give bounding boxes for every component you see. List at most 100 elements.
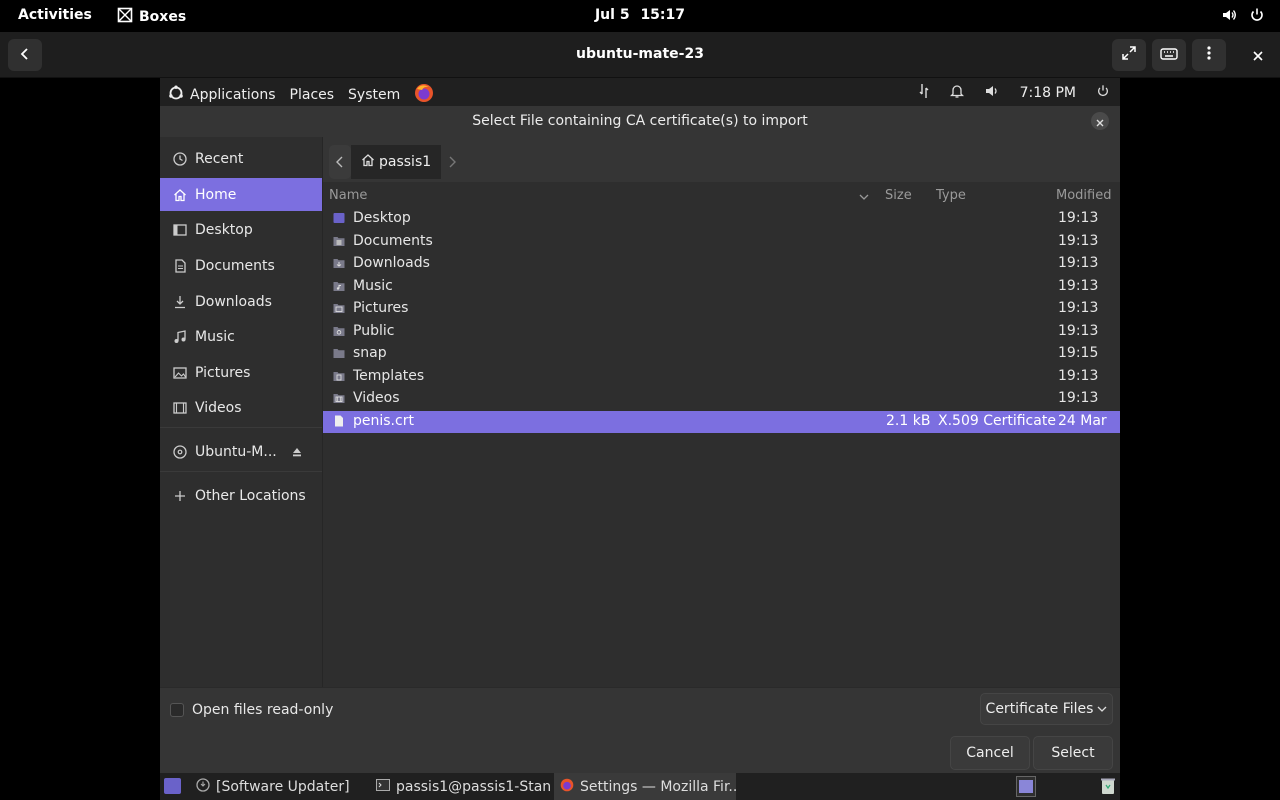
file-row-documents[interactable]: Documents 19:13 <box>323 231 1120 254</box>
file-type-filter[interactable]: Certificate Files <box>980 693 1113 725</box>
desktop-folder-icon <box>333 212 345 224</box>
column-name[interactable]: Name <box>329 188 367 203</box>
picture-icon <box>173 366 187 380</box>
sidebar-item-home[interactable]: Home <box>160 178 322 211</box>
file-modified: 19:13 <box>1058 277 1099 294</box>
notification-bell-icon[interactable] <box>949 83 964 103</box>
sidebar-item-label: Recent <box>195 150 244 167</box>
sidebar-item-ubuntu-mate[interactable]: Ubuntu-M... <box>160 435 322 468</box>
trash-icon[interactable] <box>1100 777 1116 795</box>
path-forward-button[interactable] <box>441 145 463 179</box>
file-row-snap[interactable]: snap 19:15 <box>323 343 1120 366</box>
dialog-footer: Open files read-only Certificate Files C… <box>160 687 1120 773</box>
sidebar-item-label: Ubuntu-M... <box>195 443 277 460</box>
sidebar-item-label: Downloads <box>195 293 272 310</box>
task-software-updater[interactable]: [Software Updater] <box>190 773 362 800</box>
window-close-button[interactable] <box>1248 45 1268 65</box>
power-icon <box>1248 6 1266 24</box>
file-modified: 19:15 <box>1058 345 1099 361</box>
firefox-icon <box>560 778 574 796</box>
keyboard-button[interactable] <box>1152 39 1186 71</box>
system-menu[interactable] <box>1220 6 1266 24</box>
sidebar-item-recent[interactable]: Recent <box>160 142 322 175</box>
read-only-checkbox[interactable] <box>170 703 184 717</box>
cancel-button[interactable]: Cancel <box>950 736 1030 770</box>
sidebar-item-label: Other Locations <box>195 487 306 504</box>
file-row-public[interactable]: Public 19:13 <box>323 321 1120 344</box>
file-row-music[interactable]: Music 19:13 <box>323 276 1120 299</box>
sidebar-item-label: Pictures <box>195 364 251 381</box>
sidebar-item-pictures[interactable]: Pictures <box>160 356 322 389</box>
sidebar-item-other-locations[interactable]: Other Locations <box>160 479 322 512</box>
column-type[interactable]: Type <box>936 188 966 203</box>
task-firefox-settings[interactable]: Settings — Mozilla Fir... <box>554 773 736 800</box>
sidebar-item-label: Documents <box>195 257 275 274</box>
eject-icon[interactable] <box>292 445 302 461</box>
column-modified[interactable]: Modified <box>1056 188 1111 203</box>
path-bar: passis1 <box>329 145 463 179</box>
file-list-header: Name Size Type Modified <box>323 182 1120 208</box>
firefox-launcher[interactable] <box>414 83 434 107</box>
filter-label: Certificate Files <box>985 701 1094 717</box>
sound-icon[interactable] <box>984 83 1000 103</box>
file-size: 2.1 kB <box>886 412 931 429</box>
file-row-pictures[interactable]: Pictures 19:13 <box>323 298 1120 321</box>
select-button[interactable]: Select <box>1033 736 1113 770</box>
file-list[interactable]: Name Size Type Modified Desktop 19:13 Do… <box>323 182 1120 687</box>
system-menu-mate[interactable]: System <box>348 87 400 103</box>
mate-top-panel: Applications Places System 7:18 PM <box>160 78 1120 106</box>
read-only-option[interactable]: Open files read-only <box>170 702 333 718</box>
more-vertical-icon <box>1207 45 1211 65</box>
file-row-videos[interactable]: Videos 19:13 <box>323 388 1120 411</box>
downloads-folder-icon <box>333 257 345 269</box>
fullscreen-button[interactable] <box>1112 39 1146 71</box>
file-icon <box>333 415 345 427</box>
sidebar-separator <box>160 427 322 428</box>
sidebar-item-desktop[interactable]: Desktop <box>160 213 322 246</box>
shutdown-icon[interactable] <box>1096 84 1110 102</box>
vm-display[interactable]: Applications Places System 7:18 PM Selec… <box>160 78 1120 800</box>
documents-folder-icon <box>333 235 345 247</box>
file-modified: 19:13 <box>1058 255 1099 271</box>
file-row-templates[interactable]: Templates 19:13 <box>323 366 1120 389</box>
applications-menu[interactable]: Applications <box>168 85 276 105</box>
menu-button[interactable] <box>1192 39 1226 71</box>
file-modified: 24 Mar <box>1058 412 1107 429</box>
sidebar-separator <box>160 471 322 472</box>
path-back-button[interactable] <box>329 145 351 179</box>
dialog-close-button[interactable] <box>1091 112 1109 130</box>
read-only-label: Open files read-only <box>192 702 334 718</box>
fullscreen-icon <box>1121 45 1137 65</box>
sidebar-item-videos[interactable]: Videos <box>160 391 322 424</box>
file-name: Videos <box>353 390 400 406</box>
video-icon <box>173 401 187 415</box>
file-modified: 19:13 <box>1058 210 1099 226</box>
show-desktop-button[interactable] <box>164 778 181 794</box>
clock[interactable]: Jul 5 15:17 <box>0 7 1280 23</box>
workspace-switcher[interactable] <box>1016 776 1036 797</box>
panel-clock[interactable]: 7:18 PM <box>1020 85 1076 101</box>
path-crumb-home[interactable]: passis1 <box>351 145 442 179</box>
sidebar-item-downloads[interactable]: Downloads <box>160 285 322 318</box>
file-name: penis.crt <box>353 412 414 429</box>
chevron-down-icon <box>1097 701 1107 717</box>
network-icon[interactable] <box>918 83 930 103</box>
file-row-downloads[interactable]: Downloads 19:13 <box>323 253 1120 276</box>
places-sidebar: Recent Home Desktop Documents Downloads … <box>160 137 323 687</box>
sidebar-item-label: Music <box>195 328 235 345</box>
sidebar-item-documents[interactable]: Documents <box>160 249 322 282</box>
file-row-certificate[interactable]: penis.crt 2.1 kB X.509 Certificate 24 Ma… <box>323 410 1120 433</box>
file-name: Desktop <box>353 210 411 226</box>
places-menu[interactable]: Places <box>290 87 335 103</box>
column-size[interactable]: Size <box>885 188 912 203</box>
volume-icon <box>1220 6 1238 24</box>
path-crumb-label: passis1 <box>379 154 432 170</box>
file-name: Templates <box>353 367 425 384</box>
task-terminal[interactable]: passis1@passis1-Stan... <box>370 773 550 800</box>
music-folder-icon <box>333 280 345 292</box>
sort-chevron-down-icon[interactable] <box>859 190 869 205</box>
videos-folder-icon <box>333 392 345 404</box>
chevron-left-icon <box>336 153 344 172</box>
sidebar-item-music[interactable]: Music <box>160 320 322 353</box>
file-row-desktop[interactable]: Desktop 19:13 <box>323 208 1120 231</box>
